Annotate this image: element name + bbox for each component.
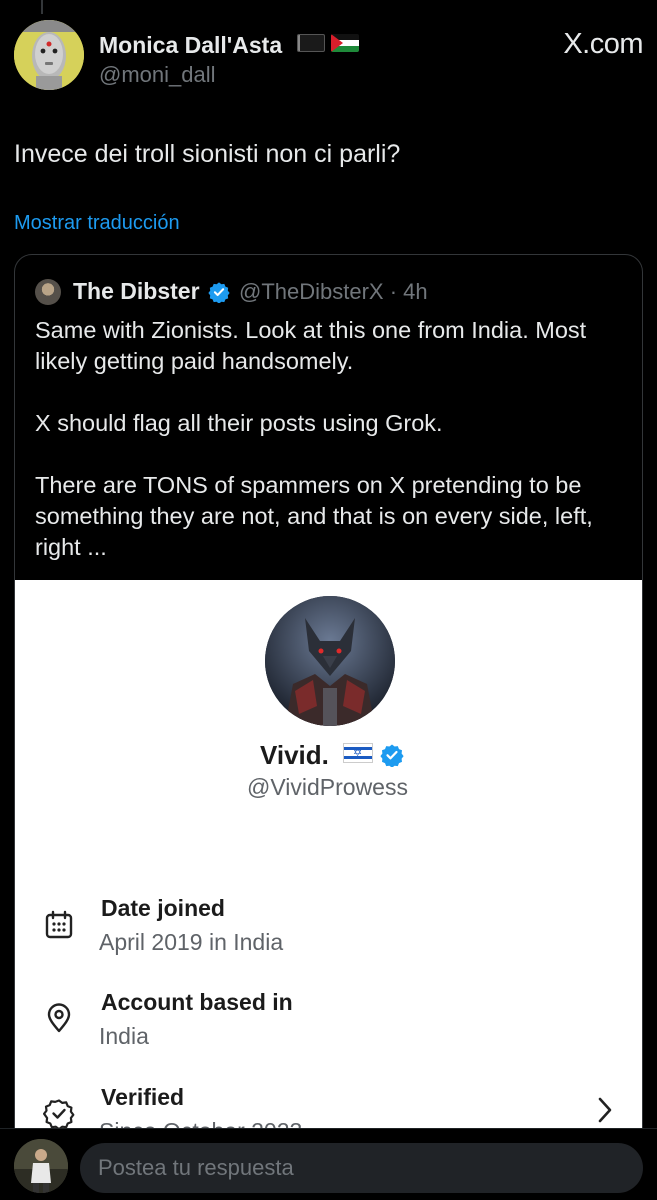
- calendar-icon: [45, 910, 73, 939]
- quote-author-handle-time: @TheDibsterX · 4h: [239, 279, 428, 304]
- author-name[interactable]: Monica Dall'Asta: [99, 32, 282, 59]
- post-header: Monica Dall'Asta @moni_dall X.com: [14, 20, 643, 94]
- current-user-avatar-image: [14, 1139, 68, 1193]
- info-value: India: [99, 1023, 149, 1049]
- info-value: April 2019 in India: [99, 929, 284, 955]
- quote-attached-image[interactable]: Vivid. @VividProwess Date joined April 2…: [15, 580, 642, 1153]
- israel-flag-icon: [343, 743, 373, 763]
- thread-connector-line: [41, 0, 43, 14]
- reply-input[interactable]: [80, 1143, 643, 1193]
- info-row-date-joined: Date joined April 2019 in India: [15, 885, 642, 965]
- quote-text: Same with Zionists. Look at this one fro…: [35, 315, 630, 563]
- palestine-flag-icon: [331, 34, 359, 52]
- post-text: Invece dei troll sionisti non ci parli?: [14, 140, 401, 168]
- reply-bar: [0, 1128, 657, 1200]
- quote-paragraph: There are TONS of spammers on X pretendi…: [35, 472, 593, 560]
- verified-badge-icon: [208, 282, 230, 303]
- profile-handle: @VividProwess: [247, 774, 408, 800]
- verified-badge-icon: [380, 744, 404, 767]
- profile-name: Vivid.: [260, 740, 329, 770]
- black-flag-icon: [297, 34, 325, 52]
- site-label: X.com: [563, 28, 643, 60]
- location-pin-icon: [47, 1003, 71, 1033]
- author-avatar[interactable]: [14, 20, 84, 90]
- chevron-right-icon: [598, 1097, 612, 1123]
- verified-check-icon: [43, 1099, 75, 1129]
- quote-paragraph: X should flag all their posts using Grok…: [35, 410, 443, 436]
- author-avatar-image: [14, 20, 84, 90]
- author-handle[interactable]: @moni_dall: [99, 62, 216, 88]
- author-flags: [297, 34, 359, 52]
- info-label: Account based in: [101, 989, 293, 1015]
- quote-author-avatar[interactable]: [35, 279, 61, 305]
- current-user-avatar[interactable]: [14, 1139, 68, 1193]
- quoted-post[interactable]: The Dibster @TheDibsterX · 4h Same with …: [14, 254, 643, 1154]
- quote-paragraph: Same with Zionists. Look at this one fro…: [35, 317, 587, 374]
- wolf-warrior-image: [265, 596, 395, 726]
- profile-avatar: [265, 596, 395, 726]
- info-row-account-based: Account based in India: [15, 980, 642, 1060]
- info-label: Verified: [101, 1084, 185, 1110]
- info-label: Date joined: [101, 895, 225, 921]
- quote-author-name[interactable]: The Dibster: [73, 278, 200, 305]
- show-translation-link[interactable]: Mostrar traducción: [14, 212, 180, 235]
